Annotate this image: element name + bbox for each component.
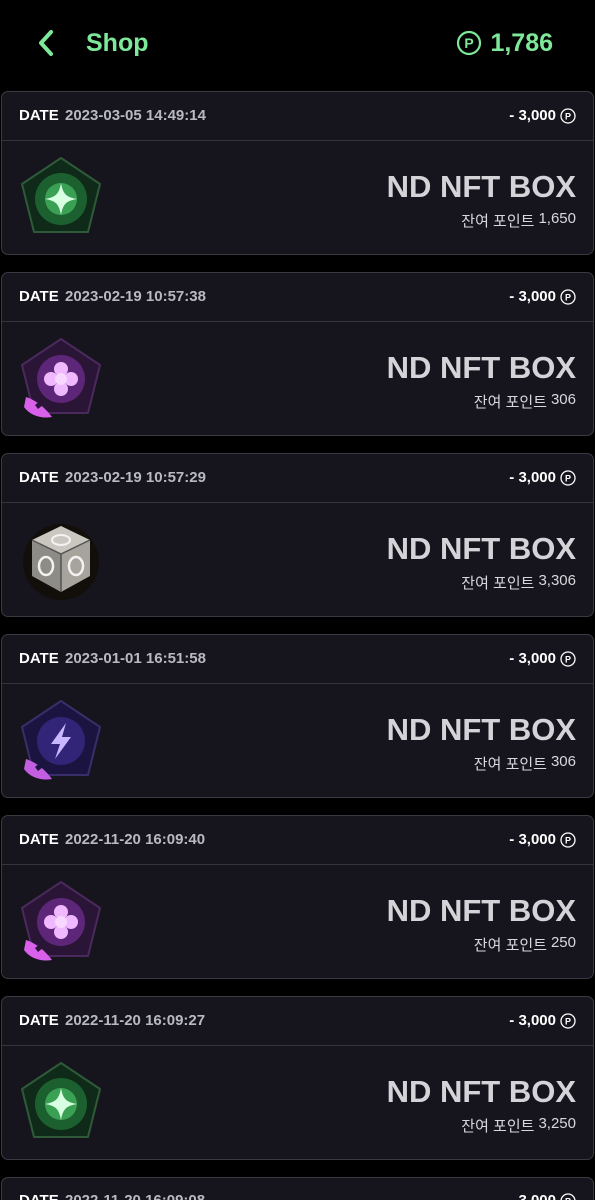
remaining-label: 잔여 포인트 bbox=[473, 756, 547, 773]
remaining-value: 306 bbox=[550, 391, 576, 408]
svg-text:P: P bbox=[565, 111, 571, 121]
point-coin-icon: P bbox=[457, 30, 482, 56]
date-value: 2023-01-01 16:51:58 bbox=[65, 650, 206, 667]
svg-text:P: P bbox=[565, 292, 571, 302]
card-header: DATE 2023-03-05 14:49:14 - 3,000 P bbox=[2, 92, 593, 141]
date-label: DATE bbox=[19, 831, 59, 848]
date-label: DATE bbox=[19, 1012, 59, 1029]
history-card[interactable]: DATE 2023-02-19 10:57:29 - 3,000 P ND NF… bbox=[1, 453, 594, 617]
chevron-left-icon[interactable] bbox=[32, 26, 62, 60]
history-card[interactable]: DATE 2023-02-19 10:57:38 - 3,000 P ND NF… bbox=[1, 272, 594, 436]
card-header: DATE 2022-11-20 16:09:40 - 3,000 P bbox=[2, 816, 593, 865]
item-name: ND NFT BOX bbox=[386, 531, 576, 566]
point-coin-icon: P bbox=[560, 107, 576, 124]
remaining-value: 250 bbox=[550, 934, 576, 951]
cost: - 3,000 P bbox=[509, 107, 576, 124]
cost-value: - 3,000 bbox=[509, 650, 556, 667]
point-coin-icon: P bbox=[560, 1192, 576, 1200]
remaining-points: 잔여 포인트 3,250 bbox=[461, 1115, 576, 1136]
date-value: 2023-02-19 10:57:38 bbox=[65, 288, 206, 305]
purple-clover-gem-icon bbox=[21, 338, 101, 418]
point-coin-icon: P bbox=[560, 650, 576, 667]
cost: - 3,000 P bbox=[509, 831, 576, 848]
cost-value: - 3,000 bbox=[509, 1192, 556, 1200]
item-name: ND NFT BOX bbox=[386, 893, 576, 928]
date-label: DATE bbox=[19, 288, 59, 305]
history-card[interactable]: DATE 2022-11-20 16:09:40 - 3,000 P ND NF… bbox=[1, 815, 594, 979]
points-balance: P 1,786 bbox=[456, 26, 553, 60]
date-value: 2022-11-20 16:09:27 bbox=[65, 1012, 206, 1029]
purple-clover-gem-icon bbox=[21, 881, 101, 961]
svg-text:P: P bbox=[565, 473, 571, 483]
card-header: DATE 2023-02-19 10:57:38 - 3,000 P bbox=[2, 273, 593, 322]
remaining-points: 잔여 포인트 306 bbox=[474, 753, 576, 774]
cost-value: - 3,000 bbox=[509, 1012, 556, 1029]
history-card[interactable]: DATE 2023-01-01 16:51:58 - 3,000 P ND NF… bbox=[1, 634, 594, 798]
item-name: ND NFT BOX bbox=[386, 1074, 576, 1109]
page-title: Shop bbox=[86, 29, 149, 57]
green-star-gem-icon bbox=[21, 1062, 101, 1138]
point-coin-icon: P bbox=[560, 469, 576, 486]
svg-text:P: P bbox=[565, 835, 571, 845]
cost-value: - 3,000 bbox=[509, 107, 556, 124]
date-value: 2022-11-20 16:09:40 bbox=[65, 831, 206, 848]
remaining-points: 잔여 포인트 306 bbox=[474, 391, 576, 412]
silver-cube-box-icon bbox=[23, 524, 99, 600]
svg-text:P: P bbox=[565, 1016, 571, 1026]
svg-text:P: P bbox=[465, 35, 474, 51]
history-card[interactable]: DATE 2022-11-20 16:09:27 - 3,000 P ND NF… bbox=[1, 996, 594, 1160]
remaining-value: 3,250 bbox=[538, 1115, 576, 1132]
cost-value: - 3,000 bbox=[509, 469, 556, 486]
date-label: DATE bbox=[19, 469, 59, 486]
date-label: DATE bbox=[19, 650, 59, 667]
date-label: DATE bbox=[19, 107, 59, 124]
svg-text:P: P bbox=[565, 1196, 571, 1200]
remaining-label: 잔여 포인트 bbox=[473, 937, 547, 954]
remaining-value: 306 bbox=[550, 753, 576, 770]
date-value: 2023-02-19 10:57:29 bbox=[65, 469, 206, 486]
app-header: Shop P 1,786 bbox=[0, 0, 595, 86]
card-header: DATE 2022-11-20 16:09:27 - 3,000 P bbox=[2, 997, 593, 1046]
cost: - 3,000 P bbox=[509, 1192, 576, 1200]
remaining-label: 잔여 포인트 bbox=[461, 213, 535, 230]
green-star-gem-icon bbox=[21, 157, 101, 233]
date-label: DATE bbox=[19, 1192, 59, 1200]
history-card[interactable]: DATE 2023-03-05 14:49:14 - 3,000 P ND NF… bbox=[1, 91, 594, 255]
history-card-partial[interactable]: DATE 2022-11-20 16:09:08 - 3,000 P bbox=[1, 1177, 594, 1200]
item-name: ND NFT BOX bbox=[386, 350, 576, 385]
remaining-points: 잔여 포인트 250 bbox=[474, 934, 576, 955]
remaining-label: 잔여 포인트 bbox=[461, 575, 535, 592]
cost: - 3,000 P bbox=[509, 469, 576, 486]
lightning-gem-icon bbox=[21, 700, 101, 780]
svg-text:P: P bbox=[565, 654, 571, 664]
cost-value: - 3,000 bbox=[509, 831, 556, 848]
card-header: DATE 2023-01-01 16:51:58 - 3,000 P bbox=[2, 635, 593, 684]
points-value: 1,786 bbox=[490, 29, 553, 57]
cost-value: - 3,000 bbox=[509, 288, 556, 305]
date-value: 2023-03-05 14:49:14 bbox=[65, 107, 206, 124]
item-name: ND NFT BOX bbox=[386, 712, 576, 747]
cost: - 3,000 P bbox=[509, 1012, 576, 1029]
date-value: 2022-11-20 16:09:08 bbox=[65, 1192, 205, 1200]
remaining-points: 잔여 포인트 3,306 bbox=[461, 572, 576, 593]
remaining-label: 잔여 포인트 bbox=[461, 1118, 535, 1135]
remaining-value: 3,306 bbox=[538, 572, 576, 589]
item-name: ND NFT BOX bbox=[386, 169, 576, 204]
remaining-label: 잔여 포인트 bbox=[473, 394, 547, 411]
remaining-value: 1,650 bbox=[538, 210, 576, 227]
cost: - 3,000 P bbox=[509, 650, 576, 667]
remaining-points: 잔여 포인트 1,650 bbox=[461, 210, 576, 231]
cost: - 3,000 P bbox=[509, 288, 576, 305]
card-header: DATE 2023-02-19 10:57:29 - 3,000 P bbox=[2, 454, 593, 503]
point-coin-icon: P bbox=[560, 831, 576, 848]
point-coin-icon: P bbox=[560, 1012, 576, 1029]
point-coin-icon: P bbox=[560, 288, 576, 305]
